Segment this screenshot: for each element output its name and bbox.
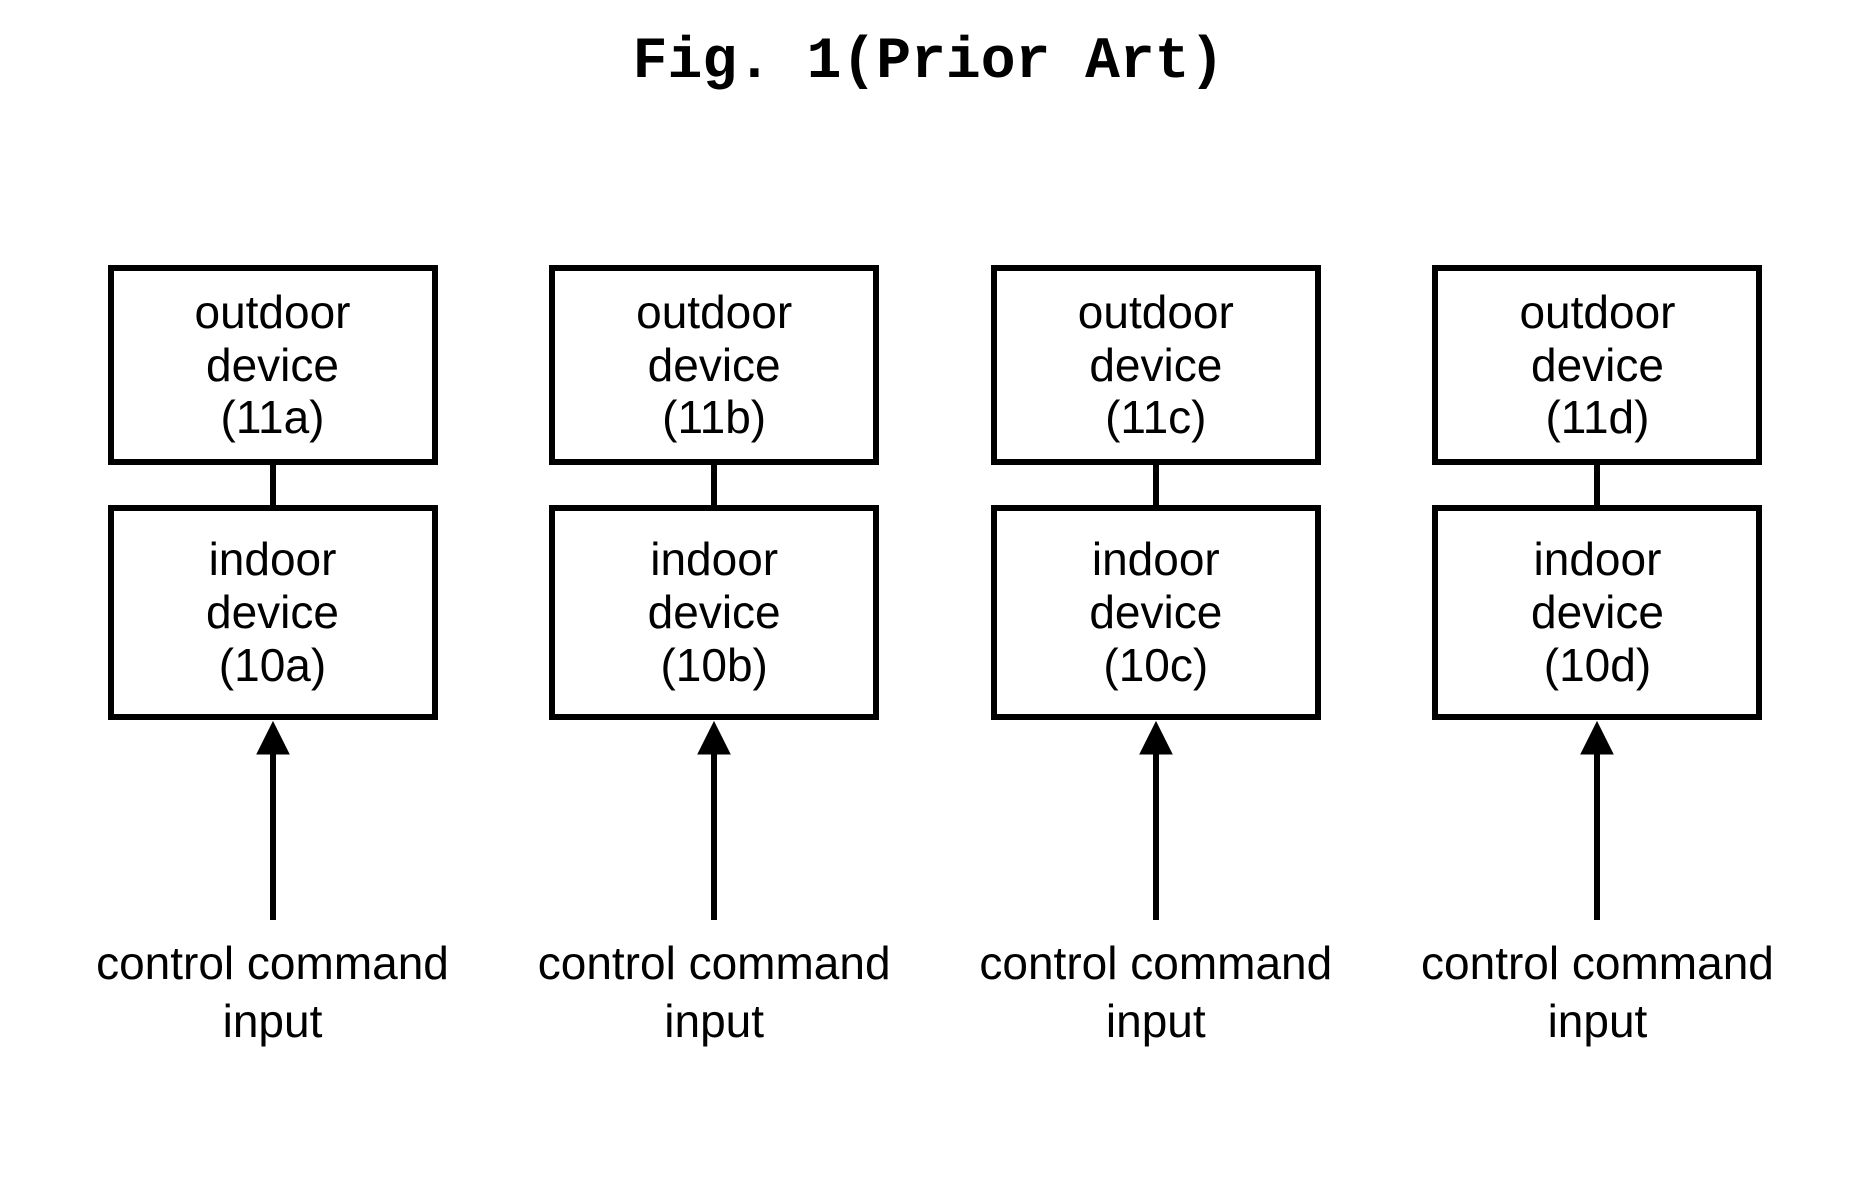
indoor-label-line1: indoor	[1534, 533, 1662, 586]
indoor-device-box: indoor device (10c)	[991, 505, 1321, 720]
indoor-label-line2: device	[648, 586, 781, 639]
outdoor-label-line1: outdoor	[194, 286, 350, 339]
input-label: control command input	[538, 935, 891, 1050]
indoor-label-line2: device	[206, 586, 339, 639]
outdoor-device-box: outdoor device (11c)	[991, 265, 1321, 465]
indoor-ref: (10d)	[1544, 639, 1651, 692]
diagram-columns: outdoor device (11a) indoor device (10a)…	[65, 265, 1805, 1050]
indoor-ref: (10a)	[219, 639, 326, 692]
up-arrow-icon	[1134, 720, 1178, 930]
input-label-line2: input	[664, 995, 764, 1047]
connector-line	[270, 465, 276, 505]
connector-line	[1594, 465, 1600, 505]
input-label-line2: input	[223, 995, 323, 1047]
arrow-container	[692, 720, 736, 935]
outdoor-ref: (11c)	[1105, 391, 1206, 444]
figure-title: Fig. 1(Prior Art)	[0, 30, 1857, 95]
up-arrow-icon	[692, 720, 736, 930]
input-label-line1: control command	[538, 937, 891, 989]
indoor-label-line2: device	[1531, 586, 1664, 639]
device-column: outdoor device (11c) indoor device (10c)…	[948, 265, 1363, 1050]
input-label-line2: input	[1548, 995, 1648, 1047]
indoor-label-line2: device	[1089, 586, 1222, 639]
input-label: control command input	[979, 935, 1332, 1050]
arrow-container	[251, 720, 295, 935]
outdoor-label-line1: outdoor	[636, 286, 792, 339]
outdoor-label-line2: device	[1531, 339, 1664, 392]
outdoor-label-line1: outdoor	[1519, 286, 1675, 339]
outdoor-device-box: outdoor device (11d)	[1432, 265, 1762, 465]
connector-line	[1153, 465, 1159, 505]
indoor-ref: (10b)	[660, 639, 767, 692]
input-label-line1: control command	[1421, 937, 1774, 989]
input-label: control command input	[96, 935, 449, 1050]
up-arrow-icon	[251, 720, 295, 930]
connector-line	[711, 465, 717, 505]
input-label: control command input	[1421, 935, 1774, 1050]
indoor-device-box: indoor device (10b)	[549, 505, 879, 720]
up-arrow-icon	[1575, 720, 1619, 930]
outdoor-label-line2: device	[1089, 339, 1222, 392]
indoor-label-line1: indoor	[650, 533, 778, 586]
outdoor-label-line2: device	[648, 339, 781, 392]
input-label-line2: input	[1106, 995, 1206, 1047]
indoor-ref: (10c)	[1103, 639, 1208, 692]
indoor-label-line1: indoor	[1092, 533, 1220, 586]
outdoor-ref: (11a)	[221, 391, 325, 444]
arrow-container	[1134, 720, 1178, 935]
outdoor-ref: (11b)	[662, 391, 766, 444]
arrow-container	[1575, 720, 1619, 935]
device-column: outdoor device (11d) indoor device (10d)…	[1390, 265, 1805, 1050]
indoor-device-box: indoor device (10d)	[1432, 505, 1762, 720]
device-column: outdoor device (11b) indoor device (10b)…	[507, 265, 922, 1050]
outdoor-label-line2: device	[206, 339, 339, 392]
outdoor-label-line1: outdoor	[1078, 286, 1234, 339]
input-label-line1: control command	[979, 937, 1332, 989]
indoor-device-box: indoor device (10a)	[108, 505, 438, 720]
device-column: outdoor device (11a) indoor device (10a)…	[65, 265, 480, 1050]
outdoor-device-box: outdoor device (11b)	[549, 265, 879, 465]
input-label-line1: control command	[96, 937, 449, 989]
outdoor-device-box: outdoor device (11a)	[108, 265, 438, 465]
outdoor-ref: (11d)	[1545, 391, 1649, 444]
indoor-label-line1: indoor	[209, 533, 337, 586]
